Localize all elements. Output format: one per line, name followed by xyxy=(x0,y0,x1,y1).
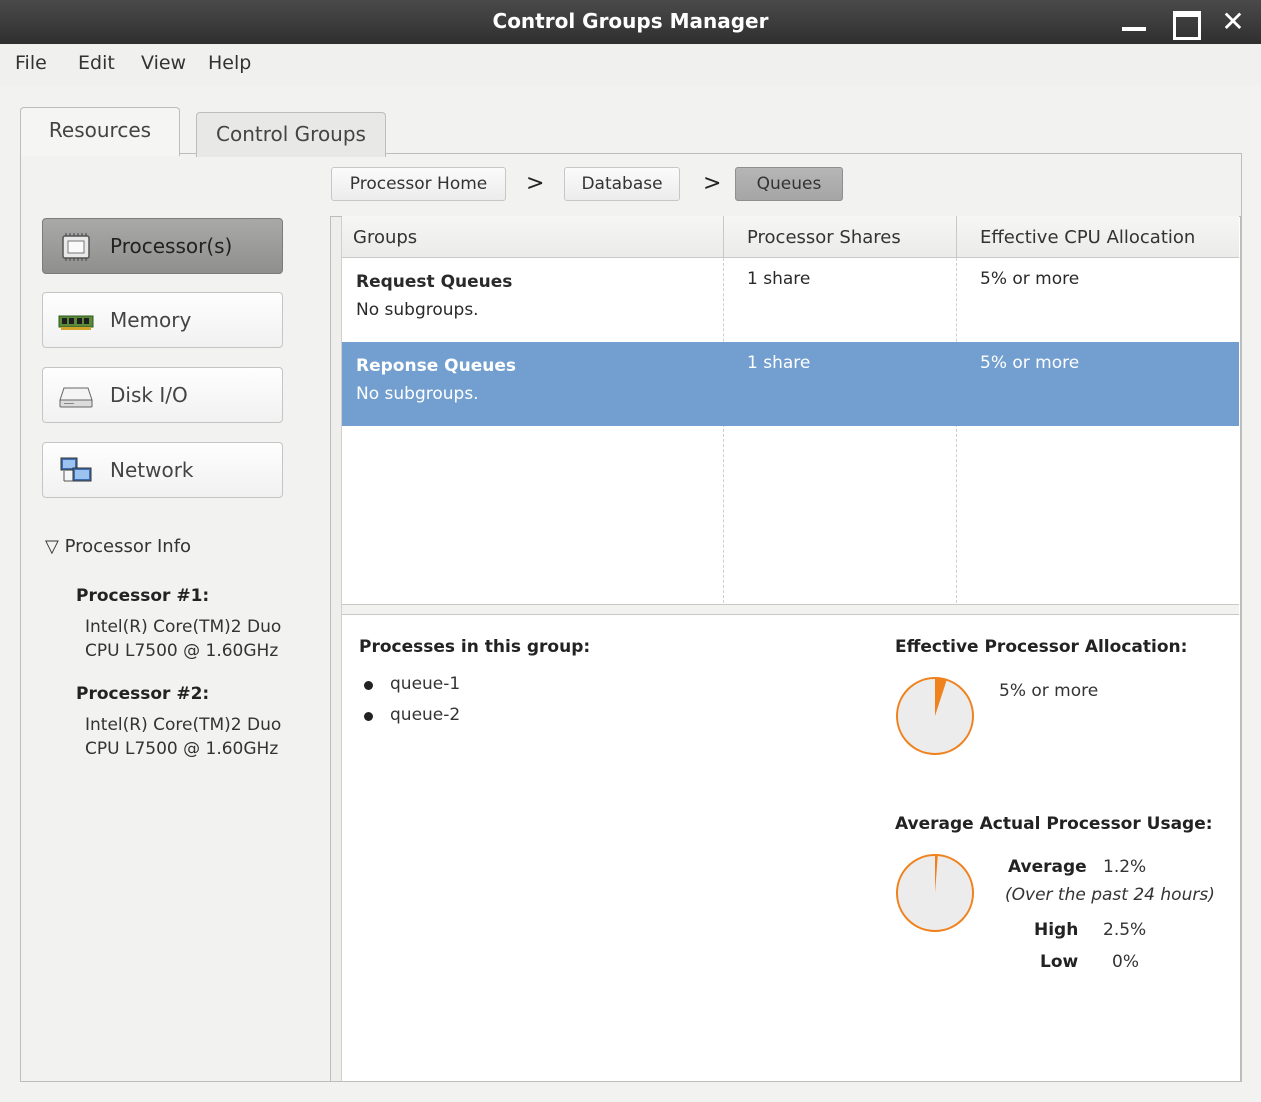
usage-heading: Average Actual Processor Usage: xyxy=(895,814,1213,834)
expander-triangle-icon: ▽ xyxy=(45,536,59,557)
menu-edit[interactable]: Edit xyxy=(78,52,115,74)
network-button[interactable]: Network xyxy=(42,442,283,498)
hard-disk-icon xyxy=(59,387,93,408)
processor-2-speed: CPU L7500 @ 1.60GHz xyxy=(85,739,279,759)
memory-module-icon xyxy=(58,315,94,330)
group-name: Request Queues xyxy=(356,272,513,292)
memory-button-label: Memory xyxy=(110,308,192,332)
disk-io-button-label: Disk I/O xyxy=(110,383,188,407)
group-subgroups: No subgroups. xyxy=(356,300,479,320)
table-row[interactable]: Request Queues No subgroups. 1 share 5% … xyxy=(342,258,1239,342)
group-subgroups: No subgroups. xyxy=(356,384,479,404)
low-value: 0% xyxy=(1112,952,1139,972)
processor-2-name: Processor #2: xyxy=(76,684,210,704)
column-header-processor-shares[interactable]: Processor Shares xyxy=(723,216,956,258)
allocation-value: 5% or more xyxy=(999,681,1099,701)
disk-io-button[interactable]: Disk I/O xyxy=(42,367,283,423)
group-shares: 1 share xyxy=(747,269,811,289)
list-item: queue-1 xyxy=(390,674,461,694)
menu-view[interactable]: View xyxy=(141,52,186,74)
tab-resources[interactable]: Resources xyxy=(20,107,180,156)
menu-bar: File Edit View Help xyxy=(0,44,1261,86)
column-divider xyxy=(956,216,957,258)
processes-heading: Processes in this group: xyxy=(359,637,591,657)
breadcrumb-queues[interactable]: Queues xyxy=(735,167,843,201)
table-row[interactable]: Reponse Queues No subgroups. 1 share 5% … xyxy=(342,342,1239,426)
network-button-label: Network xyxy=(110,458,194,482)
breadcrumb-processor-home[interactable]: Processor Home xyxy=(331,167,506,201)
window-title: Control Groups Manager xyxy=(492,9,769,33)
usage-pie-chart xyxy=(896,854,974,932)
memory-button[interactable]: Memory xyxy=(42,292,283,348)
list-item: queue-2 xyxy=(390,705,461,725)
menu-file[interactable]: File xyxy=(15,52,47,74)
processor-1-name: Processor #1: xyxy=(76,586,210,606)
bullet-icon xyxy=(364,712,373,721)
tab-control-groups[interactable]: Control Groups xyxy=(196,112,386,157)
allocation-pie-chart xyxy=(896,677,974,755)
minimize-icon[interactable] xyxy=(1120,8,1148,36)
group-allocation: 5% or more xyxy=(980,353,1080,373)
processor-1-model: Intel(R) Core(TM)2 Duo xyxy=(85,617,282,637)
high-value: 2.5% xyxy=(1103,920,1147,940)
processor-info-heading: Processor Info xyxy=(64,536,192,557)
average-value: 1.2% xyxy=(1103,857,1147,877)
group-name: Reponse Queues xyxy=(356,356,516,376)
network-computers-icon xyxy=(60,457,92,482)
column-header-effective-cpu-allocation[interactable]: Effective CPU Allocation xyxy=(956,216,1239,258)
column-divider xyxy=(723,216,724,258)
group-allocation: 5% or more xyxy=(980,269,1080,289)
high-label: High xyxy=(1034,920,1079,940)
average-label: Average xyxy=(1008,857,1087,877)
panel-side-stripe xyxy=(331,217,342,1081)
title-bar: Control Groups Manager ✕ xyxy=(0,0,1261,44)
breadcrumb-separator: > xyxy=(526,171,545,196)
processor-chip-icon xyxy=(62,233,90,261)
processor-info-expander[interactable]: ▽ Processor Info xyxy=(45,536,191,557)
processor-1-speed: CPU L7500 @ 1.60GHz xyxy=(85,641,279,661)
processor-2-model: Intel(R) Core(TM)2 Duo xyxy=(85,715,282,735)
processor-button-label: Processor(s) xyxy=(110,234,233,258)
close-icon[interactable]: ✕ xyxy=(1219,8,1247,36)
low-label: Low xyxy=(1040,952,1079,972)
breadcrumb-database[interactable]: Database xyxy=(564,167,680,201)
pane-splitter[interactable] xyxy=(342,604,1239,615)
processor-button[interactable]: Processor(s) xyxy=(42,218,283,274)
bullet-icon xyxy=(364,681,373,690)
menu-help[interactable]: Help xyxy=(208,52,251,74)
breadcrumb-separator: > xyxy=(703,171,722,196)
maximize-icon[interactable] xyxy=(1171,8,1201,40)
group-shares: 1 share xyxy=(747,353,811,373)
average-note: (Over the past 24 hours) xyxy=(1005,885,1215,905)
column-header-groups[interactable]: Groups xyxy=(342,216,723,258)
allocation-heading: Effective Processor Allocation: xyxy=(895,637,1188,657)
